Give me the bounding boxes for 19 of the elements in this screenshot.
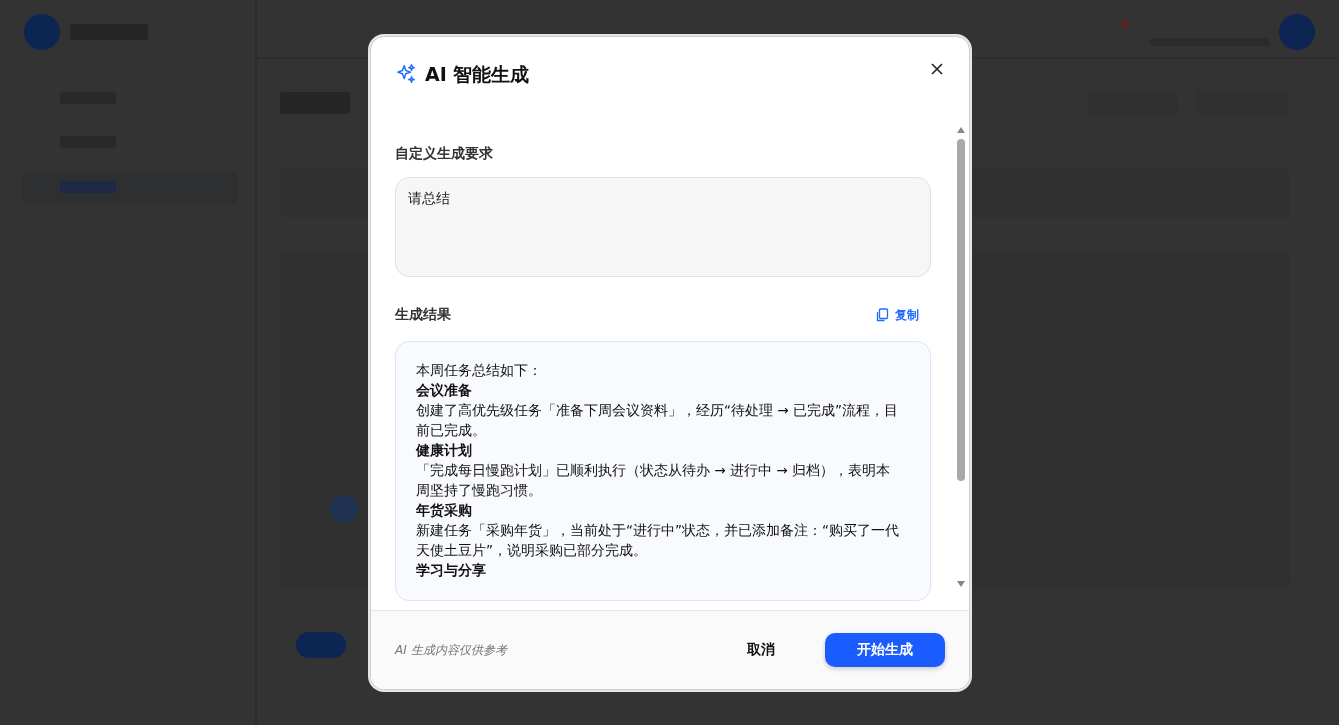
cancel-button[interactable]: 取消 (733, 633, 789, 667)
copy-icon (875, 308, 889, 322)
prompt-field[interactable]: 请总结 (395, 177, 931, 277)
result-text: 创建了高优先级任务「准备下周会议资料」，经历“待处理 → 已完成”流程，目前已完成。 (416, 401, 899, 440)
prompt-label: 自定义生成要求 (395, 145, 494, 163)
result-text: 本周任务总结如下： (416, 361, 543, 380)
result-label: 生成结果 (395, 306, 451, 324)
disclaimer-text: AI 生成内容仅供参考 (395, 641, 507, 659)
sparkle-icon (395, 63, 417, 85)
scrollbar[interactable] (956, 127, 966, 587)
result-text: 「完成每日慢跑计划」已顺利执行（状态从待办 → 进行中 → 归档），表明本周坚持了慢跑习惯。 (416, 461, 891, 500)
result-heading: 年货采购 (416, 501, 473, 520)
result-heading: 健康计划 (416, 441, 473, 460)
dialog-title: AI 智能生成 (425, 62, 530, 87)
copy-link[interactable]: 复制 (875, 304, 919, 326)
result-text: 新建任务「采购年货」，当前处于“进行中”状态，并已添加备注：“购买了一代天使土豆片”，说明采购已部分完成。 (416, 521, 900, 560)
result-heading: 会议准备 (416, 381, 473, 400)
start-generate-button[interactable]: 开始生成 (825, 633, 945, 667)
result-heading: 学习与分享 (416, 561, 487, 580)
